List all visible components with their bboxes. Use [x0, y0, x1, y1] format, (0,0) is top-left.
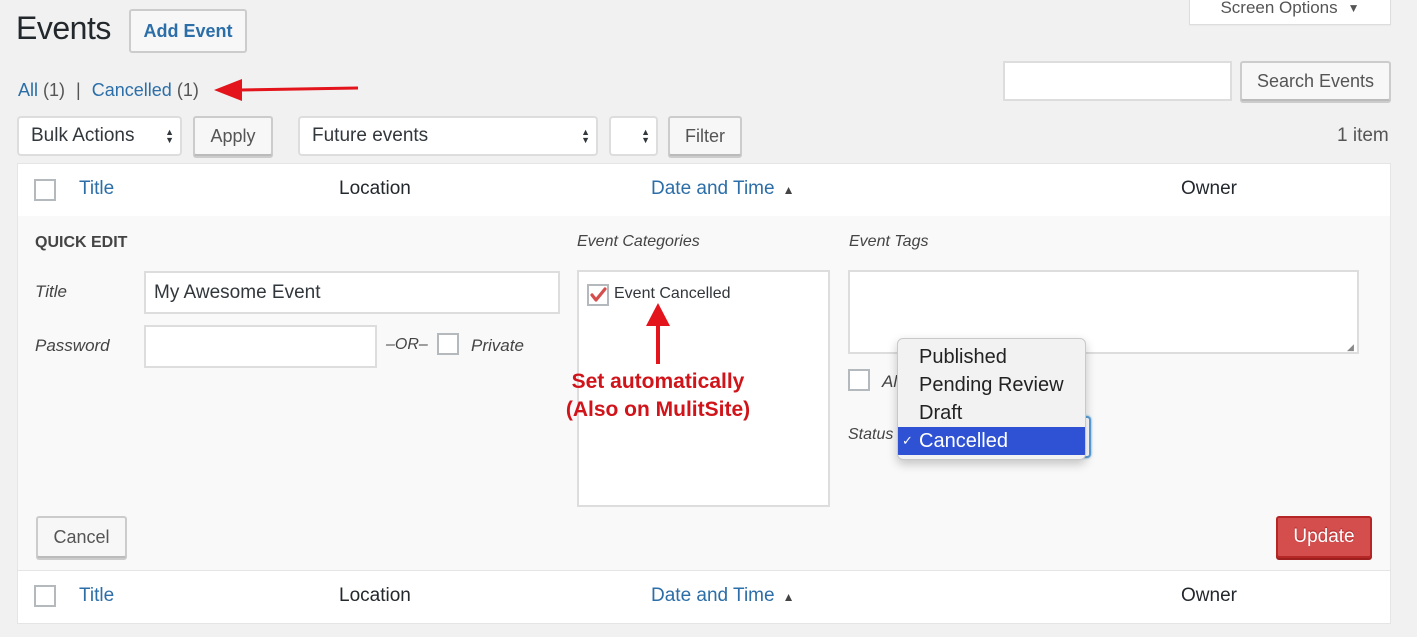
or-separator: –OR– [386, 336, 428, 353]
column-date-time-label: Date and Time [651, 178, 775, 199]
select-arrows-icon: ▲ ▼ [641, 127, 650, 145]
filter-button[interactable]: Filter [668, 116, 742, 156]
event-tags-label: Event Tags [849, 233, 929, 250]
allow-checkbox[interactable] [848, 369, 870, 391]
column-date-time-sort[interactable]: Date and Time ▲ [651, 178, 794, 200]
event-categories-label: Event Categories [577, 233, 700, 250]
annotation-arrow-up-icon [646, 303, 670, 364]
private-label: Private [471, 336, 524, 355]
title-input[interactable]: My Awesome Event [144, 271, 560, 314]
secondary-filter-select[interactable]: ▲ ▼ [609, 116, 658, 156]
status-label: Status [848, 426, 894, 443]
column-owner-bottom: Owner [1181, 585, 1237, 606]
title-label: Title [35, 282, 67, 301]
screen-options-button[interactable]: Screen Options ▼ [1189, 0, 1391, 25]
column-location-bottom: Location [339, 585, 411, 606]
column-owner: Owner [1181, 178, 1237, 199]
quick-edit-heading: QUICK EDIT [35, 234, 128, 251]
category-checkbox-event-cancelled[interactable] [587, 284, 609, 306]
status-option-cancelled[interactable]: ✓ Cancelled [898, 427, 1085, 455]
search-events-button[interactable]: Search Events [1240, 61, 1391, 101]
cancel-button[interactable]: Cancel [36, 516, 127, 558]
scope-filter-value: Future events [312, 125, 429, 146]
update-button[interactable]: Update [1276, 516, 1372, 558]
column-title-sort-bottom[interactable]: Title [79, 585, 114, 607]
status-option-pending-review[interactable]: Pending Review [898, 371, 1085, 399]
resize-handle-icon[interactable]: ◢ [1347, 342, 1354, 353]
private-checkbox[interactable] [437, 333, 459, 355]
category-label-event-cancelled: Event Cancelled [614, 285, 731, 302]
sort-ascending-icon: ▲ [782, 183, 795, 197]
screen-options-label: Screen Options [1220, 0, 1338, 17]
sort-ascending-icon: ▲ [782, 590, 795, 604]
scope-filter-select[interactable]: Future events ▲ ▼ [298, 116, 598, 156]
select-all-checkbox-bottom[interactable] [34, 585, 56, 607]
view-cancelled-count: (1) [176, 80, 199, 100]
status-dropdown-menu: Published Pending Review Draft ✓ Cancelle… [897, 338, 1086, 460]
column-location: Location [339, 178, 411, 199]
column-title-sort[interactable]: Title [79, 178, 114, 200]
select-arrows-icon: ▲ ▼ [165, 127, 174, 145]
table-footer: Title Location Date and Time ▲ Owner [17, 570, 1391, 624]
allow-label: Al [882, 372, 898, 391]
password-input[interactable] [144, 325, 377, 368]
caret-down-icon: ▼ [1347, 1, 1360, 15]
annotation-line-2: (Also on MulitSite) [565, 398, 751, 421]
annotation-text: Set automatically (Also on MulitSite) [540, 368, 776, 424]
item-count: 1 item [1337, 125, 1389, 146]
status-option-published[interactable]: Published [898, 343, 1085, 371]
add-event-button[interactable]: Add Event [129, 9, 247, 53]
view-cancelled-link[interactable]: Cancelled [92, 80, 172, 100]
view-separator: | [76, 80, 81, 100]
password-label: Password [35, 336, 110, 355]
annotation-arrow-left-icon [214, 79, 359, 101]
status-option-draft[interactable]: Draft [898, 399, 1085, 427]
annotation-line-1: Set automatically [571, 370, 745, 393]
search-input[interactable] [1003, 61, 1232, 101]
bulk-actions-value: Bulk Actions [31, 125, 135, 146]
view-all-link[interactable]: All [18, 80, 38, 100]
bulk-actions-select[interactable]: Bulk Actions ▲ ▼ [17, 116, 182, 156]
apply-button[interactable]: Apply [193, 116, 273, 156]
status-views: All (1) | Cancelled (1) [18, 80, 199, 101]
column-date-time-label-bottom: Date and Time [651, 585, 775, 606]
table-header: Title Location Date and Time ▲ Owner [17, 163, 1391, 217]
view-all-count: (1) [43, 80, 66, 100]
page-title: Events [16, 10, 111, 46]
selected-check-icon: ✓ [902, 433, 913, 448]
checkmark-icon [590, 287, 607, 302]
select-arrows-icon: ▲ ▼ [581, 127, 590, 145]
column-date-time-sort-bottom[interactable]: Date and Time ▲ [651, 585, 794, 607]
select-all-checkbox[interactable] [34, 179, 56, 201]
